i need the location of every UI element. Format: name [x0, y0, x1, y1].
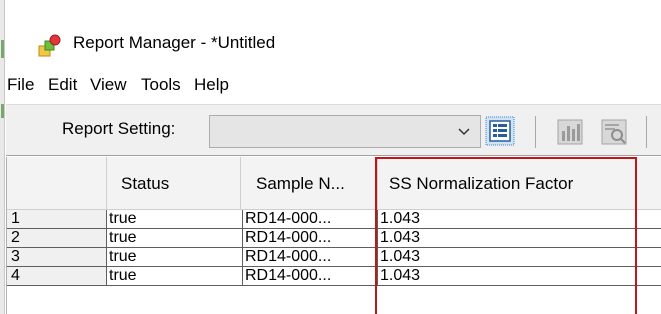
report-setting-label: Report Setting: — [62, 119, 176, 138]
column-header-ss-normalization-factor[interactable]: SS Normalization Factor — [378, 157, 661, 210]
column-header-sample-name[interactable]: Sample N... — [241, 157, 378, 210]
status-cell[interactable]: true — [107, 248, 243, 267]
report-table: Status Sample N... SS Normalization Fact… — [6, 157, 661, 314]
row-index[interactable]: 3 — [7, 248, 107, 267]
ss-factor-cell[interactable]: 1.043 — [378, 267, 661, 286]
menu-tools[interactable]: Tools — [141, 75, 181, 95]
sample-name-cell[interactable]: RD14-000... — [243, 248, 378, 267]
row-index[interactable]: 1 — [7, 210, 107, 229]
preview-icon[interactable] — [599, 117, 629, 147]
title-bar: Report Manager - *Untitled — [6, 0, 661, 62]
row-index[interactable]: 2 — [7, 229, 107, 248]
menu-bar: File Edit View Tools Help — [6, 62, 661, 104]
report-list-icon[interactable] — [485, 116, 515, 146]
toolbar-separator — [535, 116, 536, 148]
ss-factor-cell[interactable]: 1.043 — [378, 248, 661, 267]
row-index[interactable]: 4 — [7, 267, 107, 286]
sample-name-cell[interactable]: RD14-000... — [243, 229, 378, 248]
menu-view[interactable]: View — [90, 75, 127, 95]
menu-file[interactable]: File — [7, 75, 34, 95]
status-cell[interactable]: true — [107, 229, 243, 248]
menu-edit[interactable]: Edit — [48, 75, 77, 95]
table-row[interactable]: 1 true RD14-000... 1.043 — [7, 210, 661, 229]
menu-help[interactable]: Help — [194, 75, 229, 95]
column-header-status[interactable]: Status — [107, 157, 241, 210]
ss-factor-cell[interactable]: 1.043 — [378, 229, 661, 248]
sample-name-cell[interactable]: RD14-000... — [243, 267, 378, 286]
chart-icon[interactable] — [555, 117, 585, 147]
ss-factor-cell[interactable]: 1.043 — [378, 210, 661, 229]
report-manager-app-icon — [38, 34, 61, 57]
chevron-down-icon — [458, 128, 470, 136]
column-header-index — [7, 157, 107, 210]
table-row[interactable]: 2 true RD14-000... 1.043 — [7, 229, 661, 248]
table-row[interactable]: 4 true RD14-000... 1.043 — [7, 267, 661, 286]
toolbar-separator — [646, 116, 647, 148]
window-title: Report Manager - *Untitled — [73, 33, 276, 52]
status-cell[interactable]: true — [107, 267, 243, 286]
report-setting-combobox[interactable] — [209, 115, 481, 148]
table-row[interactable]: 3 true RD14-000... 1.043 — [7, 248, 661, 267]
edge-marker — [1, 104, 4, 118]
window-left-edge — [0, 0, 5, 314]
edge-marker — [1, 40, 4, 58]
sample-name-cell[interactable]: RD14-000... — [243, 210, 378, 229]
toolbar: Report Setting: — [6, 104, 661, 156]
status-cell[interactable]: true — [107, 210, 243, 229]
